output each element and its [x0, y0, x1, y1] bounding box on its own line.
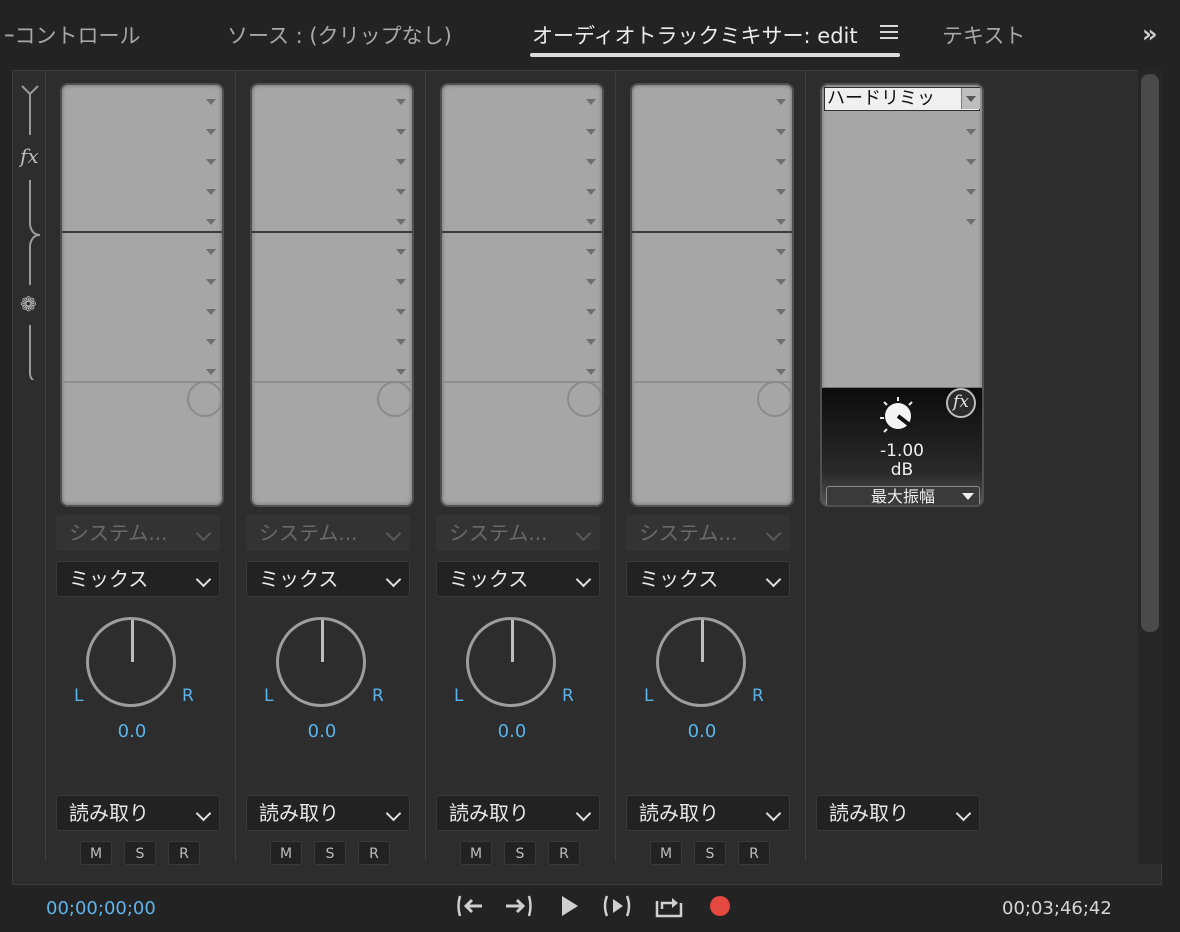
output-dropdown: システム...: [246, 515, 410, 551]
automation-mode-dropdown[interactable]: 読み取り: [246, 795, 410, 831]
track-channel-4: システム... ミックス L R 0.0 読み取り M S R: [615, 71, 806, 865]
fx-bypass-icon[interactable]: fx: [946, 388, 976, 418]
pan-left-label: L: [264, 686, 274, 706]
play-in-to-out-icon[interactable]: [602, 893, 632, 919]
chevron-down-icon: [575, 571, 592, 588]
effects-send-slots[interactable]: [250, 83, 414, 507]
record-enable-button[interactable]: R: [358, 841, 390, 865]
chevron-down-icon: [765, 525, 782, 542]
automation-mode-dropdown[interactable]: 読み取り: [816, 795, 980, 831]
pan-value[interactable]: 0.0: [426, 721, 598, 742]
chevron-down-icon: [195, 525, 212, 542]
panel-menu-icon[interactable]: [880, 25, 898, 41]
tab-audio-track-mixer[interactable]: オーディオトラックミキサー: edit: [532, 20, 858, 50]
mix-dropdown[interactable]: ミックス: [436, 561, 600, 597]
chevron-down-icon: [385, 805, 402, 822]
master-channel: ハードリミッ fx -1.00 dB 最大振幅 読み取り: [805, 71, 996, 861]
panel-tab-bar: ｰコントロール ソース : (クリップなし) オーディオトラックミキサー: ed…: [0, 0, 1180, 62]
tab-effect-controls[interactable]: ｰコントロール: [4, 20, 141, 50]
effect-name-field[interactable]: ハードリミッ: [824, 87, 980, 111]
record-enable-button[interactable]: R: [738, 841, 770, 865]
chevron-down-icon: [765, 571, 782, 588]
track-channel-2: システム... ミックス L R 0.0 読み取り M S R: [235, 71, 426, 865]
tab-source[interactable]: ソース : (クリップなし): [227, 20, 452, 50]
mix-dropdown[interactable]: ミックス: [626, 561, 790, 597]
pan-value[interactable]: 0.0: [236, 721, 408, 742]
mixer-legend: fx ❁: [14, 80, 46, 380]
pan-knob[interactable]: [466, 617, 556, 707]
record-icon[interactable]: [710, 896, 730, 916]
chevron-down-icon: [385, 571, 402, 588]
record-enable-button[interactable]: R: [548, 841, 580, 865]
master-effects-slots[interactable]: ハードリミッ fx -1.00 dB 最大振幅: [820, 83, 984, 507]
play-icon[interactable]: [554, 893, 584, 919]
pan-right-label: R: [182, 686, 194, 706]
pan-right-label: R: [752, 686, 764, 706]
automation-mode-dropdown[interactable]: 読み取り: [56, 795, 220, 831]
mute-button[interactable]: M: [460, 841, 492, 865]
send-knob[interactable]: [187, 381, 222, 417]
output-dropdown: システム...: [56, 515, 220, 551]
automation-mode-dropdown[interactable]: 読み取り: [626, 795, 790, 831]
pan-value[interactable]: 0.0: [46, 721, 218, 742]
effects-send-slots[interactable]: [630, 83, 794, 507]
pan-knob[interactable]: [656, 617, 746, 707]
effect-dropdown-button[interactable]: [961, 88, 980, 109]
pan-value[interactable]: 0.0: [616, 721, 788, 742]
mute-button[interactable]: M: [650, 841, 682, 865]
scrollbar-thumb[interactable]: [1141, 74, 1159, 632]
pan-right-label: R: [372, 686, 384, 706]
tab-overflow-icon[interactable]: »: [1142, 20, 1157, 48]
output-dropdown: システム...: [626, 515, 790, 551]
chevron-down-icon: [385, 525, 402, 542]
loop-icon[interactable]: [654, 893, 684, 919]
pan-right-label: R: [562, 686, 574, 706]
mix-dropdown[interactable]: ミックス: [56, 561, 220, 597]
go-to-in-point-icon[interactable]: [456, 893, 486, 919]
send-knob[interactable]: [377, 381, 412, 417]
chevron-down-icon: [575, 525, 592, 542]
chevron-down-icon: [575, 805, 592, 822]
go-to-out-point-icon[interactable]: [504, 893, 534, 919]
legend-send-icon: ❁: [20, 292, 37, 316]
effect-parameter-dropdown[interactable]: 最大振幅: [826, 486, 980, 505]
solo-button[interactable]: S: [694, 841, 726, 865]
send-knob[interactable]: [567, 381, 602, 417]
solo-button[interactable]: S: [124, 841, 156, 865]
effect-parameter-panel: fx -1.00 dB 最大振幅: [822, 387, 982, 505]
legend-fx-icon: fx: [20, 144, 39, 168]
pan-left-label: L: [454, 686, 464, 706]
effects-send-slots[interactable]: [60, 83, 224, 507]
chevron-down-icon: [765, 805, 782, 822]
send-knob[interactable]: [757, 381, 792, 417]
solo-button[interactable]: S: [504, 841, 536, 865]
duration-timecode: 00;03;46;42: [1002, 898, 1112, 919]
active-tab-indicator: [530, 53, 900, 57]
pan-left-label: L: [644, 686, 654, 706]
track-channel-1: システム... ミックス L R 0.0 読み取り M S R: [45, 71, 236, 865]
effect-value[interactable]: -1.00 dB: [822, 442, 982, 480]
output-dropdown: システム...: [436, 515, 600, 551]
mute-button[interactable]: M: [80, 841, 112, 865]
record-enable-button[interactable]: R: [168, 841, 200, 865]
automation-mode-dropdown[interactable]: 読み取り: [436, 795, 600, 831]
pan-knob[interactable]: [86, 617, 176, 707]
pan-left-label: L: [74, 686, 84, 706]
mix-dropdown[interactable]: ミックス: [246, 561, 410, 597]
effects-send-slots[interactable]: [440, 83, 604, 507]
mute-button[interactable]: M: [270, 841, 302, 865]
pan-knob[interactable]: [276, 617, 366, 707]
solo-button[interactable]: S: [314, 841, 346, 865]
chevron-down-icon: [955, 805, 972, 822]
track-channel-3: システム... ミックス L R 0.0 読み取り M S R: [425, 71, 616, 865]
chevron-down-icon: [195, 571, 212, 588]
chevron-down-icon: [195, 805, 212, 822]
effect-knob-icon[interactable]: [878, 396, 918, 436]
tab-text[interactable]: テキスト: [942, 20, 1025, 50]
legend-bracket-icon: [21, 85, 41, 380]
